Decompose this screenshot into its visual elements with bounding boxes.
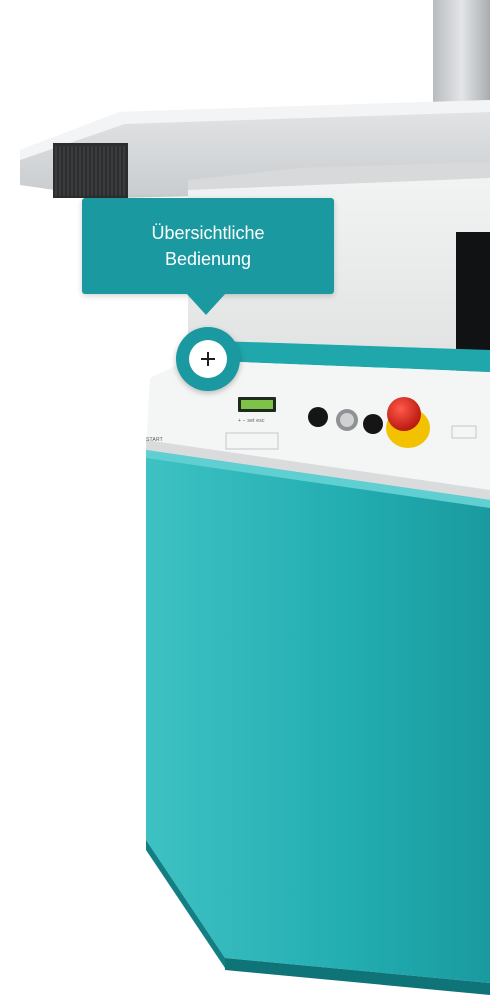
emergency-stop-button[interactable] xyxy=(387,397,421,431)
black-knob-left[interactable] xyxy=(308,407,328,427)
tooltip-title-line1: Übersichtliche xyxy=(151,223,265,243)
tooltip-title-line2: Bedienung xyxy=(164,249,252,269)
plus-icon xyxy=(201,352,215,366)
tooltip-arrow xyxy=(186,293,226,315)
feature-tooltip: Übersichtliche Bedienung xyxy=(82,198,334,294)
start-label: START xyxy=(146,437,163,443)
feature-hotspot-button[interactable] xyxy=(176,327,240,391)
black-knob-right[interactable] xyxy=(363,414,383,434)
product-scene: START + − set esc xyxy=(0,0,490,1003)
machine-illustration xyxy=(20,0,490,995)
hotspot-inner xyxy=(189,340,227,378)
machine-body xyxy=(146,450,490,995)
display-keys-label: + − set esc xyxy=(238,418,265,424)
